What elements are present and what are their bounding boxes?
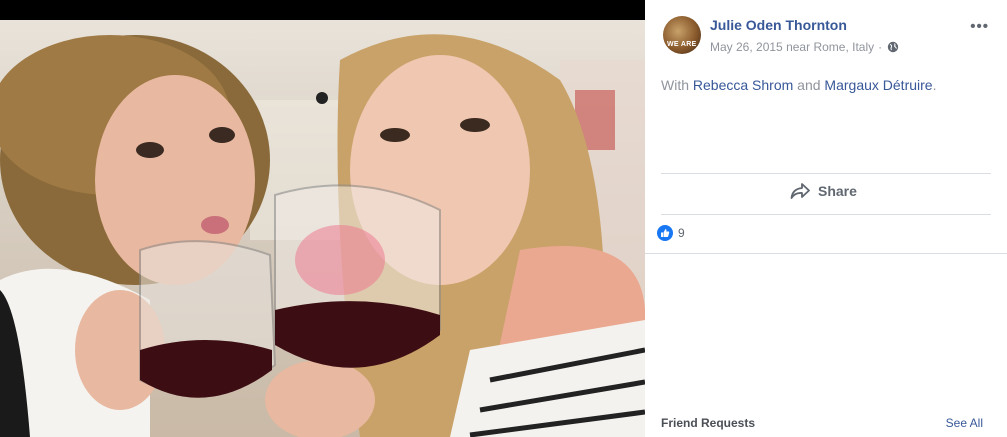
tagged-suffix: . (932, 77, 937, 93)
tagged-person-link[interactable]: Margaux Détruire (824, 77, 932, 93)
post-details-panel: WE ARE Julie Oden Thornton May 26, 2015 … (645, 0, 1007, 437)
photo-top-bar (0, 0, 645, 20)
meta-separator: · (878, 40, 883, 54)
author-avatar[interactable]: WE ARE (663, 16, 701, 54)
globe-icon[interactable] (887, 41, 899, 53)
share-button[interactable]: Share (790, 182, 857, 200)
tagged-person-link[interactable]: Rebecca Shrom (693, 77, 793, 93)
photo-viewer: WE ARE Julie Oden Thornton May 26, 2015 … (0, 0, 1007, 437)
divider-actions (661, 214, 991, 215)
see-all-link[interactable]: See All (946, 416, 983, 430)
more-options-icon[interactable]: ••• (970, 18, 989, 35)
location-prefix: near (786, 40, 811, 54)
post-date-link[interactable]: May 26, 2015 (710, 40, 783, 54)
post-photo[interactable] (0, 0, 645, 437)
section-divider (645, 253, 1007, 254)
post-location-link[interactable]: Rome, Italy (813, 40, 874, 54)
avatar-caption: WE ARE (667, 41, 697, 48)
photo-illustration (0, 34, 645, 437)
post-meta: May 26, 2015 near Rome, Italy · (710, 40, 899, 54)
with-prefix: With (661, 77, 689, 93)
author-name-link[interactable]: Julie Oden Thornton (710, 17, 847, 33)
divider-top (661, 173, 991, 174)
reaction-summary[interactable]: 9 (657, 225, 685, 241)
friend-requests-title: Friend Requests (661, 416, 756, 430)
reaction-count: 9 (678, 226, 685, 240)
tagged-people: With Rebecca Shrom and Margaux Détruire. (661, 77, 936, 93)
thumbs-up-icon (657, 225, 673, 241)
share-arrow-icon (790, 182, 810, 200)
share-label: Share (818, 183, 857, 199)
tagged-conjunction: and (797, 77, 821, 93)
